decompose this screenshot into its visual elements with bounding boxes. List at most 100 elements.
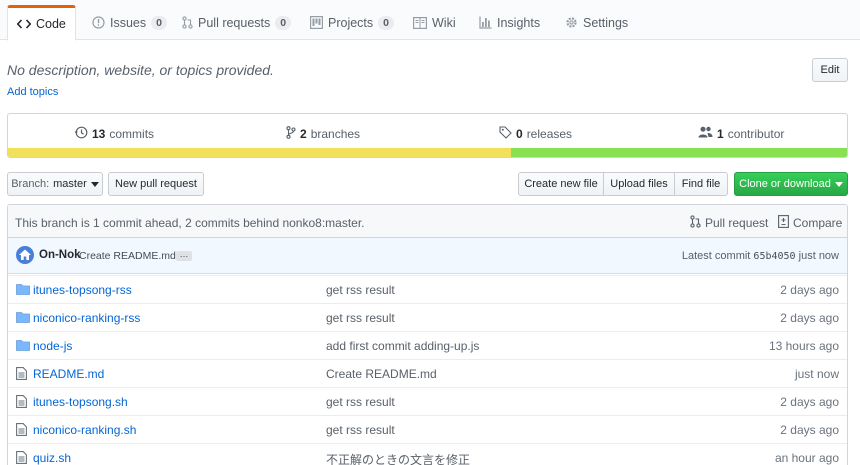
file-name-link[interactable]: itunes-topsong-rss	[33, 283, 132, 297]
branch-status-bar: This branch is 1 commit ahead, 2 commits…	[8, 205, 847, 238]
compare-link[interactable]: Compare	[778, 215, 842, 231]
file-row: README.md Create README.md just now	[8, 359, 847, 387]
file-commit-message[interactable]: add first commit adding-up.js	[326, 339, 479, 353]
releases-count: 0	[516, 127, 523, 141]
latest-commit-label: Latest commit	[681, 250, 751, 262]
numbers-summary: 13 commits 2 branches 0 releases 1 contr…	[7, 113, 848, 158]
folder-icon	[16, 339, 30, 354]
file-browser: This branch is 1 commit ahead, 2 commits…	[7, 204, 848, 465]
language-segment[interactable]	[510, 148, 847, 157]
history-icon	[74, 126, 88, 142]
create-new-file-button[interactable]: Create new file	[518, 172, 604, 196]
file-commit-message[interactable]: 不正解のときの文言を修正	[326, 451, 470, 465]
tab-code-label: Code	[36, 17, 66, 31]
file-commit-message[interactable]: Create README.md	[326, 367, 437, 381]
caret-down-icon	[834, 178, 843, 190]
file-commit-message[interactable]: get rss result	[326, 311, 395, 325]
folder-icon	[16, 283, 30, 298]
file-row: node-js add first commit adding-up.js 13 h…	[8, 331, 847, 359]
tab-insights-label: Insights	[497, 15, 541, 30]
edit-button[interactable]: Edit	[812, 58, 848, 82]
pull-request-link-label: Pull request	[705, 216, 769, 230]
file-icon	[16, 423, 27, 439]
code-icon	[17, 18, 31, 30]
new-pull-request-button[interactable]: New pull request	[108, 172, 204, 196]
pull-request-icon	[182, 16, 193, 29]
file-icon	[16, 395, 27, 411]
expand-commit-button[interactable]: …	[176, 250, 192, 261]
branch-icon	[286, 126, 296, 142]
file-row: niconico-ranking.sh get rss result 2 days …	[8, 415, 847, 443]
file-commit-message[interactable]: get rss result	[326, 283, 395, 297]
releases-link[interactable]: 0 releases	[499, 126, 572, 142]
file-name-link[interactable]: niconico-ranking-rss	[33, 311, 140, 325]
file-row: quiz.sh 不正解のときの文言を修正 an hour ago	[8, 443, 847, 465]
issue-icon	[92, 16, 105, 29]
branch-prefix: Branch:	[11, 178, 50, 190]
file-age: 13 hours ago	[768, 339, 839, 353]
tab-pull-requests-label: Pull requests	[198, 15, 271, 30]
clone-or-download-button[interactable]: Clone or download	[734, 172, 848, 196]
clone-label: Clone or download	[739, 178, 831, 190]
caret-down-icon	[90, 178, 99, 190]
branch-select-button[interactable]: Branch: master	[7, 172, 103, 196]
tab-settings[interactable]: Settings	[556, 5, 637, 40]
pull-requests-counter: 0	[275, 15, 292, 30]
file-commit-message[interactable]: get rss result	[326, 395, 395, 409]
tab-pull-requests[interactable]: Pull requests 0	[173, 5, 300, 40]
branches-link[interactable]: 2 branches	[286, 126, 360, 142]
branch-name: master	[53, 178, 87, 190]
repo-nav: Code Issues 0 Pull requests 0 Projects 0…	[0, 0, 860, 41]
file-icon	[16, 451, 27, 465]
file-age: 2 days ago	[780, 283, 839, 297]
avatar[interactable]	[16, 246, 34, 267]
file-row: itunes-topsong-rss get rss result 2 days a…	[8, 275, 847, 303]
commits-count: 13	[92, 127, 106, 141]
add-topics-link[interactable]: Add topics	[7, 86, 58, 98]
commits-label: commits	[109, 127, 155, 141]
upload-files-button[interactable]: Upload files	[603, 172, 675, 196]
project-icon	[310, 16, 323, 29]
language-segment[interactable]	[8, 148, 511, 157]
tag-icon	[499, 126, 512, 142]
repo-description: No description, website, or topics provi…	[7, 62, 274, 78]
file-age: 2 days ago	[780, 311, 839, 325]
file-name-link[interactable]: itunes-topsong.sh	[33, 395, 128, 409]
branches-label: branches	[310, 127, 361, 141]
language-bar[interactable]	[8, 148, 847, 157]
contributors-link[interactable]: 1 contributor	[698, 126, 784, 141]
tab-issues[interactable]: Issues 0	[83, 5, 176, 40]
branch-status-text: This branch is 1 commit ahead, 2 commits…	[15, 216, 365, 230]
contributors-label: contributor	[727, 126, 785, 141]
file-commit-message[interactable]: get rss result	[326, 423, 395, 437]
compare-link-label: Compare	[793, 216, 843, 230]
file-name-link[interactable]: niconico-ranking.sh	[33, 423, 136, 437]
tab-projects-label: Projects	[328, 15, 374, 30]
book-icon	[413, 16, 427, 29]
file-age: an hour ago	[774, 451, 839, 465]
latest-commit-bar: On-Nok Create README.md … Latest commit …	[8, 238, 847, 274]
file-row: itunes-topsong.sh get rss result 2 days ag…	[8, 387, 847, 415]
tab-projects[interactable]: Projects 0	[301, 5, 403, 40]
projects-counter: 0	[378, 15, 394, 30]
tab-wiki-label: Wiki	[432, 15, 456, 30]
latest-commit-info: Latest commit 65b4050 just now	[682, 250, 839, 262]
commits-link[interactable]: 13 commits	[74, 126, 154, 142]
tab-code[interactable]: Code	[7, 5, 76, 41]
graph-icon	[479, 16, 492, 29]
people-icon	[698, 126, 713, 141]
file-name-link[interactable]: README.md	[33, 367, 104, 381]
file-name-link[interactable]: node-js	[33, 339, 72, 353]
tab-insights[interactable]: Insights	[470, 5, 549, 40]
commit-author[interactable]: On-Nok	[39, 249, 81, 261]
diff-icon	[778, 215, 789, 231]
find-file-button[interactable]: Find file	[674, 172, 728, 196]
tab-settings-label: Settings	[583, 15, 629, 30]
pull-request-link[interactable]: Pull request	[690, 215, 768, 231]
file-name-link[interactable]: quiz.sh	[33, 451, 71, 465]
commit-sha[interactable]: 65b4050	[753, 251, 795, 262]
file-age: 2 days ago	[780, 423, 839, 437]
commit-message[interactable]: Create README.md	[79, 250, 176, 262]
tab-wiki[interactable]: Wiki	[404, 5, 465, 40]
file-age: just now	[794, 367, 839, 381]
